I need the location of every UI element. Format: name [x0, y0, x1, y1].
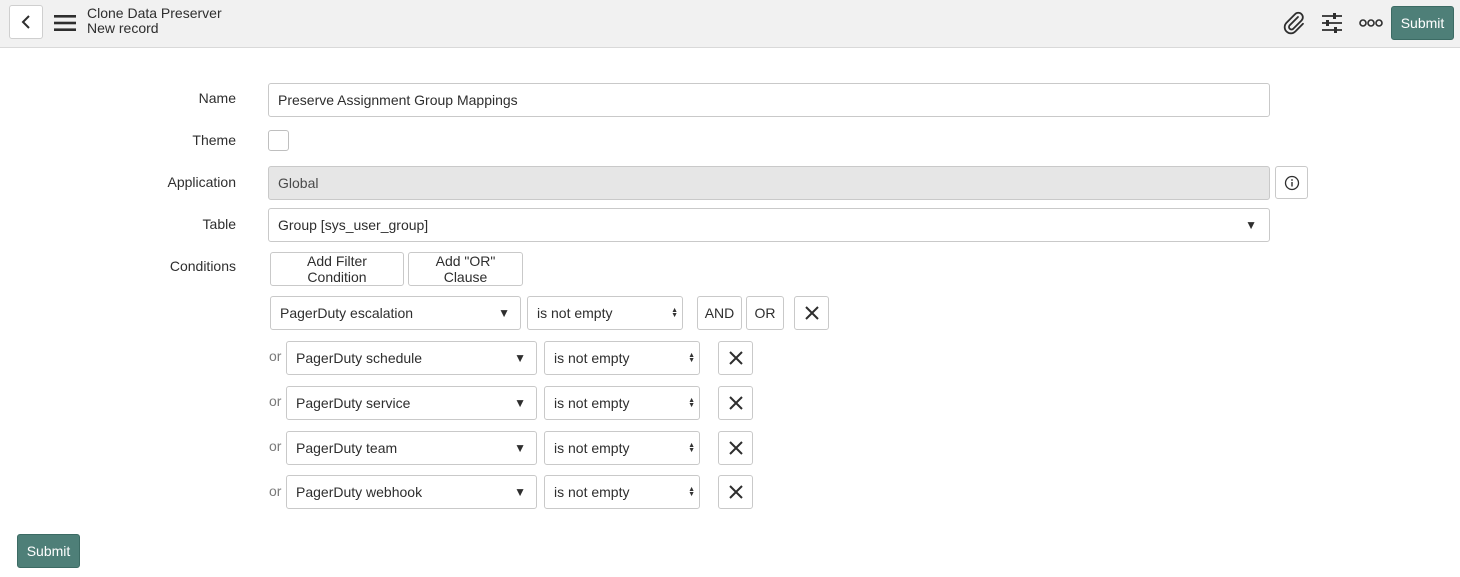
form-header: Clone Data Preserver New record Submit [0, 0, 1460, 48]
name-value: Preserve Assignment Group Mappings [278, 92, 518, 108]
theme-checkbox[interactable] [268, 130, 289, 151]
updown-arrows-icon: ▲ ▼ [688, 352, 695, 364]
paperclip-icon [1283, 11, 1304, 35]
application-label: Application [167, 174, 237, 190]
table-label: Table [202, 216, 236, 232]
condition-field-select[interactable]: PagerDuty webhook ▼ [286, 475, 537, 509]
remove-condition-button[interactable] [718, 341, 753, 375]
updown-arrows-icon: ▲ ▼ [671, 307, 678, 319]
submit-button-top[interactable]: Submit [1391, 6, 1454, 40]
name-input[interactable]: Preserve Assignment Group Mappings [268, 83, 1270, 117]
caret-down-icon: ▼ [514, 441, 526, 455]
remove-condition-button[interactable] [794, 296, 829, 330]
condition-operator-select[interactable]: is not empty ▲ ▼ [544, 431, 700, 465]
remove-condition-button[interactable] [718, 431, 753, 465]
updown-arrows-icon: ▲ ▼ [688, 397, 695, 409]
table-select[interactable]: Group [sys_user_group] ▼ [268, 208, 1270, 242]
table-value: Group [sys_user_group] [278, 217, 429, 233]
submit-button-bottom[interactable]: Submit [17, 534, 80, 568]
application-field: Global [268, 166, 1270, 200]
close-icon [728, 396, 743, 410]
condition-operator-value: is not empty [554, 395, 630, 411]
condition-operator-value: is not empty [537, 305, 613, 321]
condition-field-select[interactable]: PagerDuty escalation ▼ [270, 296, 521, 330]
condition-field-value: PagerDuty webhook [296, 484, 423, 500]
close-icon [728, 485, 743, 499]
condition-operator-value: is not empty [554, 484, 630, 500]
condition-field-select[interactable]: PagerDuty schedule ▼ [286, 341, 537, 375]
condition-field-select[interactable]: PagerDuty team ▼ [286, 431, 537, 465]
personalize-button[interactable] [1318, 9, 1346, 37]
theme-label: Theme [192, 132, 236, 148]
hamburger-menu-icon [54, 15, 76, 31]
or-label: or [269, 348, 282, 364]
more-icon [1359, 19, 1383, 27]
application-info-button[interactable] [1275, 166, 1308, 199]
condition-field-select[interactable]: PagerDuty service ▼ [286, 386, 537, 420]
and-button[interactable]: AND [697, 296, 742, 330]
condition-field-value: PagerDuty schedule [296, 350, 423, 366]
name-label: Name [198, 90, 236, 106]
menu-button[interactable] [52, 10, 78, 36]
title-block: Clone Data Preserver New record [87, 6, 222, 36]
page-title: Clone Data Preserver [87, 5, 222, 21]
or-label: or [269, 393, 282, 409]
updown-arrows-icon: ▲ ▼ [688, 442, 695, 454]
add-or-clause-button[interactable]: Add "OR" Clause [408, 252, 523, 286]
condition-field-value: PagerDuty team [296, 440, 398, 456]
page-subtitle: New record [87, 20, 159, 36]
add-filter-condition-button[interactable]: Add Filter Condition [270, 252, 404, 286]
condition-operator-select[interactable]: is not empty ▲ ▼ [544, 341, 700, 375]
condition-operator-select[interactable]: is not empty ▲ ▼ [544, 386, 700, 420]
attachment-button[interactable] [1280, 9, 1308, 37]
condition-operator-value: is not empty [554, 440, 630, 456]
chevron-left-icon [21, 15, 30, 29]
updown-arrows-icon: ▲ ▼ [688, 486, 695, 498]
condition-operator-value: is not empty [554, 350, 630, 366]
caret-down-icon: ▼ [1245, 218, 1257, 232]
caret-down-icon: ▼ [514, 396, 526, 410]
or-button[interactable]: OR [746, 296, 784, 330]
caret-down-icon: ▼ [498, 306, 510, 320]
remove-condition-button[interactable] [718, 475, 753, 509]
info-icon [1284, 175, 1299, 190]
remove-condition-button[interactable] [718, 386, 753, 420]
or-label: or [269, 438, 282, 454]
condition-operator-select[interactable]: is not empty ▲ ▼ [544, 475, 700, 509]
back-button[interactable] [9, 5, 43, 39]
sliders-icon [1322, 13, 1342, 33]
caret-down-icon: ▼ [514, 485, 526, 499]
condition-operator-select[interactable]: is not empty ▲ ▼ [527, 296, 683, 330]
close-icon [728, 441, 743, 455]
close-icon [804, 306, 819, 320]
caret-down-icon: ▼ [514, 351, 526, 365]
more-options-button[interactable] [1357, 9, 1385, 37]
or-label: or [269, 483, 282, 499]
application-value: Global [278, 175, 319, 191]
condition-field-value: PagerDuty service [296, 395, 411, 411]
close-icon [728, 351, 743, 365]
conditions-label: Conditions [169, 258, 236, 274]
condition-field-value: PagerDuty escalation [280, 305, 414, 321]
